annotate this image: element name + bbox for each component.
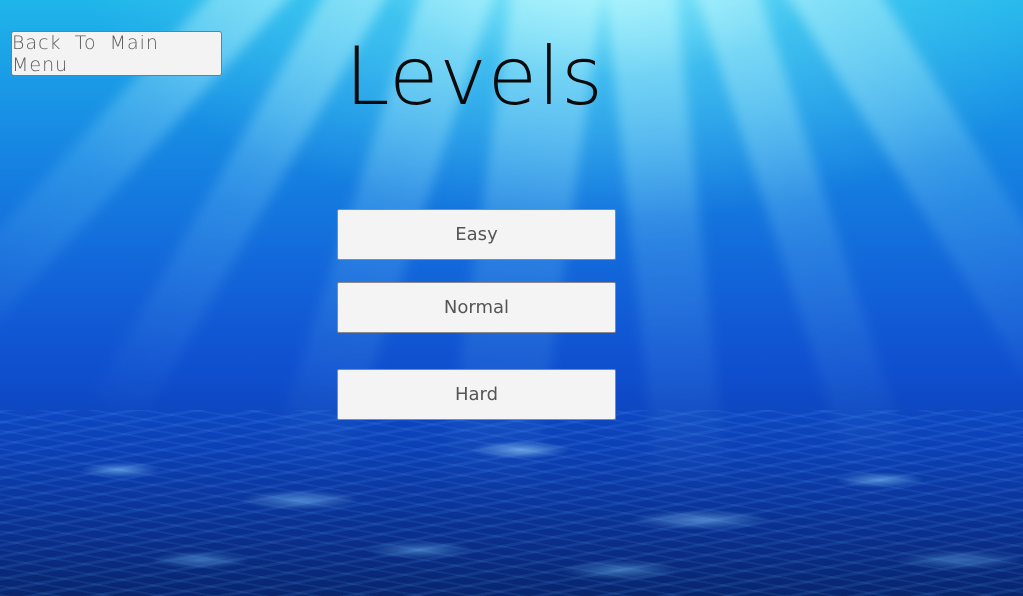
page-title: Levels <box>345 30 604 123</box>
easy-level-button[interactable]: Easy <box>337 209 616 260</box>
hard-level-button[interactable]: Hard <box>337 369 616 420</box>
sea-floor-caustics <box>0 410 1023 596</box>
normal-level-button[interactable]: Normal <box>337 282 616 333</box>
back-to-main-menu-button[interactable]: Back To Main Menu <box>11 31 222 76</box>
